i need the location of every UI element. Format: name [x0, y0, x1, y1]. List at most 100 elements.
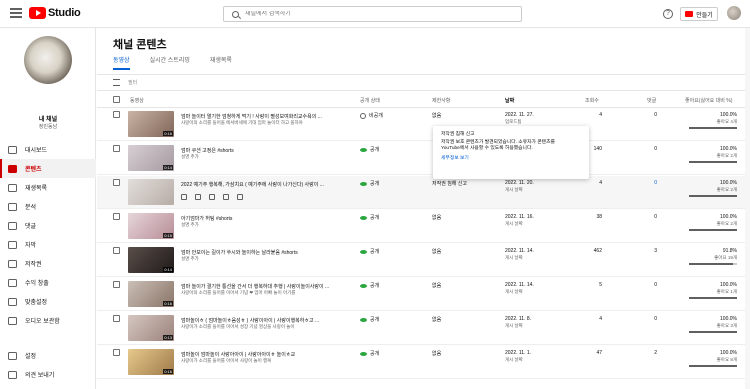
- sidebar-item-4[interactable]: 댓글: [0, 216, 96, 235]
- row-checkbox[interactable]: [113, 315, 120, 322]
- header-views[interactable]: 조회수: [585, 97, 599, 104]
- video-description: 사랑이가 소리를 들어를 이어서 성장 기념 영상을 사랑이 놀이: [181, 324, 295, 329]
- video-date: 2022. 11. 20.: [505, 180, 534, 186]
- visibility-status[interactable]: 공개: [360, 282, 379, 289]
- visibility-status[interactable]: 공개: [360, 316, 379, 323]
- row-checkbox[interactable]: [113, 179, 120, 186]
- eye-icon: [360, 147, 367, 152]
- restriction-status[interactable]: 저작권 침해 신고: [432, 180, 467, 187]
- comments-icon[interactable]: [209, 194, 215, 200]
- restriction-status[interactable]: 없음: [432, 248, 441, 255]
- table-row[interactable]: 0:16 엄마놀이 엄마놀이 사랑아아이 | 사랑아아이ㅎ 놀이ㅎ교 사랑이가 소리…: [97, 346, 750, 379]
- lock-icon: [360, 112, 366, 119]
- youtube-icon[interactable]: [223, 194, 229, 200]
- like-ratio-fill: [689, 297, 737, 299]
- restriction-status[interactable]: 없음: [432, 316, 441, 323]
- table-row[interactable]: 0:13 엄마놀이ㅎ ( 엄마놀이ㅎ음성ㅎ ) 사랑이아이 | 사랑이행복하ㅎ고 …: [97, 312, 750, 345]
- video-thumbnail[interactable]: 0:14: [128, 145, 174, 171]
- tab-0[interactable]: 동영상: [113, 56, 130, 72]
- video-thumbnail[interactable]: 0:16: [128, 349, 174, 375]
- channel-avatar[interactable]: [24, 36, 72, 84]
- tab-2[interactable]: 재생목록: [210, 56, 232, 72]
- search-bar[interactable]: [223, 6, 522, 22]
- video-thumbnail[interactable]: [128, 179, 174, 205]
- visibility-status[interactable]: 공개: [360, 248, 379, 255]
- restriction-status[interactable]: 없음: [432, 214, 441, 221]
- filter-icon[interactable]: [113, 79, 120, 86]
- video-thumbnail[interactable]: 0:16: [128, 111, 174, 137]
- video-thumbnail[interactable]: 0:13: [128, 315, 174, 341]
- row-checkbox[interactable]: [113, 145, 120, 152]
- table-row[interactable]: 2022 예기주 행복해, 가삼치요 ( 예기주에 사랑이 나가신다) 사랑이 …: [97, 176, 750, 209]
- video-title[interactable]: 엄마 놀이가 결기한 통선을 간서 더 행복하대 추행 | 사랑이놀이사랑이 .…: [181, 283, 351, 290]
- table-row[interactable]: 0:14 엄마 안보이는 길이가 쑤시와 놀이하는 날라붙음 #shorts 설명 …: [97, 244, 750, 277]
- like-count: 좋아요 2개: [716, 153, 737, 158]
- visibility-status[interactable]: 공개: [360, 350, 379, 357]
- studio-logo[interactable]: Studio: [29, 7, 81, 19]
- sidebar-item-9[interactable]: 오디오 보관함: [0, 311, 96, 330]
- filter-bar[interactable]: 필터: [97, 74, 750, 91]
- row-checkbox[interactable]: [113, 281, 120, 288]
- video-title[interactable]: 엄마 안보이는 길이가 쑤시와 놀이하는 날라붙음 #shorts: [181, 249, 351, 256]
- row-checkbox[interactable]: [113, 247, 120, 254]
- create-button[interactable]: 만들기: [680, 7, 718, 21]
- video-thumbnail[interactable]: 0:16: [128, 281, 174, 307]
- visibility-label: 공개: [370, 283, 380, 289]
- visibility-status[interactable]: 공개: [360, 214, 379, 221]
- table-row[interactable]: 0:16 엄마 놀이가 결기한 통선을 간서 더 행복하대 추행 | 사랑이놀이사…: [97, 278, 750, 311]
- header-comments[interactable]: 댓글: [647, 97, 656, 104]
- tab-1[interactable]: 실시간 스트리밍: [150, 56, 190, 72]
- video-comments: 0: [654, 282, 657, 288]
- video-thumbnail[interactable]: 0:14: [128, 247, 174, 273]
- sidebar-item-5[interactable]: 자막: [0, 235, 96, 254]
- restriction-status[interactable]: 없음: [432, 350, 441, 357]
- video-title[interactable]: 엄마 놀이터 열기한 엄청하게 먹기 ! 사랑이 펼성보여화리교수욕의 ...: [181, 113, 351, 120]
- visibility-status[interactable]: 비공개: [360, 112, 383, 119]
- sidebar-item-1[interactable]: 콘텐츠: [0, 159, 96, 178]
- edit-icon[interactable]: [181, 194, 187, 200]
- sidebar-item-3[interactable]: 분석: [0, 197, 96, 216]
- video-description: 사랑이의 소리를 들어올 에서버세에 기대 엄마 놀이터 하고 올하야: [181, 120, 303, 125]
- visibility-status[interactable]: 공개: [360, 180, 379, 187]
- row-checkbox[interactable]: [113, 349, 120, 356]
- row-checkbox[interactable]: [113, 111, 120, 118]
- header-visibility[interactable]: 공개 상태: [360, 97, 380, 104]
- table-row[interactable]: 0:15 아기엄마가 허팅 #shorts 설명 추가 공개 없음 2022. 11. 1…: [97, 210, 750, 243]
- sidebar-item-settings[interactable]: 설정: [0, 346, 96, 365]
- video-title[interactable]: 2022 예기주 행복해, 가삼치요 ( 예기주에 사랑이 나가신다) 사랑이 …: [181, 181, 351, 188]
- sidebar-item-icon: [8, 183, 17, 192]
- table-row[interactable]: 0:16 엄마 놀이터 열기한 엄청하게 먹기 ! 사랑이 펼성보여화리교수욕의 …: [97, 108, 750, 141]
- sidebar-item-label: 자막: [25, 243, 37, 249]
- sidebar-item-feedback[interactable]: 의견 보내기: [0, 365, 96, 384]
- header-likes[interactable]: 좋아요(싫어요 대비 %): [685, 97, 732, 104]
- select-all-checkbox[interactable]: [113, 96, 120, 103]
- more-icon[interactable]: [237, 194, 243, 200]
- header-restrictions[interactable]: 제한사항: [432, 97, 450, 104]
- video-title[interactable]: 아기엄마가 허팅 #shorts: [181, 215, 351, 222]
- video-title[interactable]: 엄마 쿠션 고정은 #shorts: [181, 147, 351, 154]
- sidebar-item-0[interactable]: 대시보드: [0, 140, 96, 159]
- header-date[interactable]: 날짜: [505, 97, 514, 104]
- search-input[interactable]: [245, 11, 505, 17]
- video-thumbnail[interactable]: 0:15: [128, 213, 174, 239]
- sidebar-item-label: 설정: [25, 354, 37, 360]
- filter-input[interactable]: 필터: [128, 79, 137, 86]
- analytics-icon[interactable]: [195, 194, 201, 200]
- visibility-status[interactable]: 공개: [360, 146, 379, 153]
- hamburger-menu-icon[interactable]: [10, 8, 22, 18]
- row-checkbox[interactable]: [113, 213, 120, 220]
- table-row[interactable]: 0:14 엄마 쿠션 고정은 #shorts 설명 추가 공개 140 0 100.0% 좋아…: [97, 142, 750, 175]
- video-title[interactable]: 엄마놀이 엄마놀이 사랑아아이 | 사랑아아이ㅎ 놀이ㅎ교: [181, 351, 351, 358]
- video-title[interactable]: 엄마놀이ㅎ ( 엄마놀이ㅎ음성ㅎ ) 사랑이아이 | 사랑이행복하ㅎ고 ...: [181, 317, 351, 324]
- restriction-status[interactable]: 없음: [432, 282, 441, 289]
- see-details-link[interactable]: 세부정보 보기: [441, 156, 581, 163]
- header-video[interactable]: 동영상: [130, 97, 144, 104]
- account-avatar[interactable]: [727, 6, 741, 20]
- sidebar-item-8[interactable]: 맞춤설정: [0, 292, 96, 311]
- sidebar-item-7[interactable]: 수익 창출: [0, 273, 96, 292]
- help-icon[interactable]: ?: [663, 9, 673, 19]
- restriction-status[interactable]: 없음: [432, 112, 441, 119]
- page-scrollbar[interactable]: [745, 28, 750, 389]
- sidebar-item-6[interactable]: 저작권: [0, 254, 96, 273]
- sidebar-item-2[interactable]: 재생목록: [0, 178, 96, 197]
